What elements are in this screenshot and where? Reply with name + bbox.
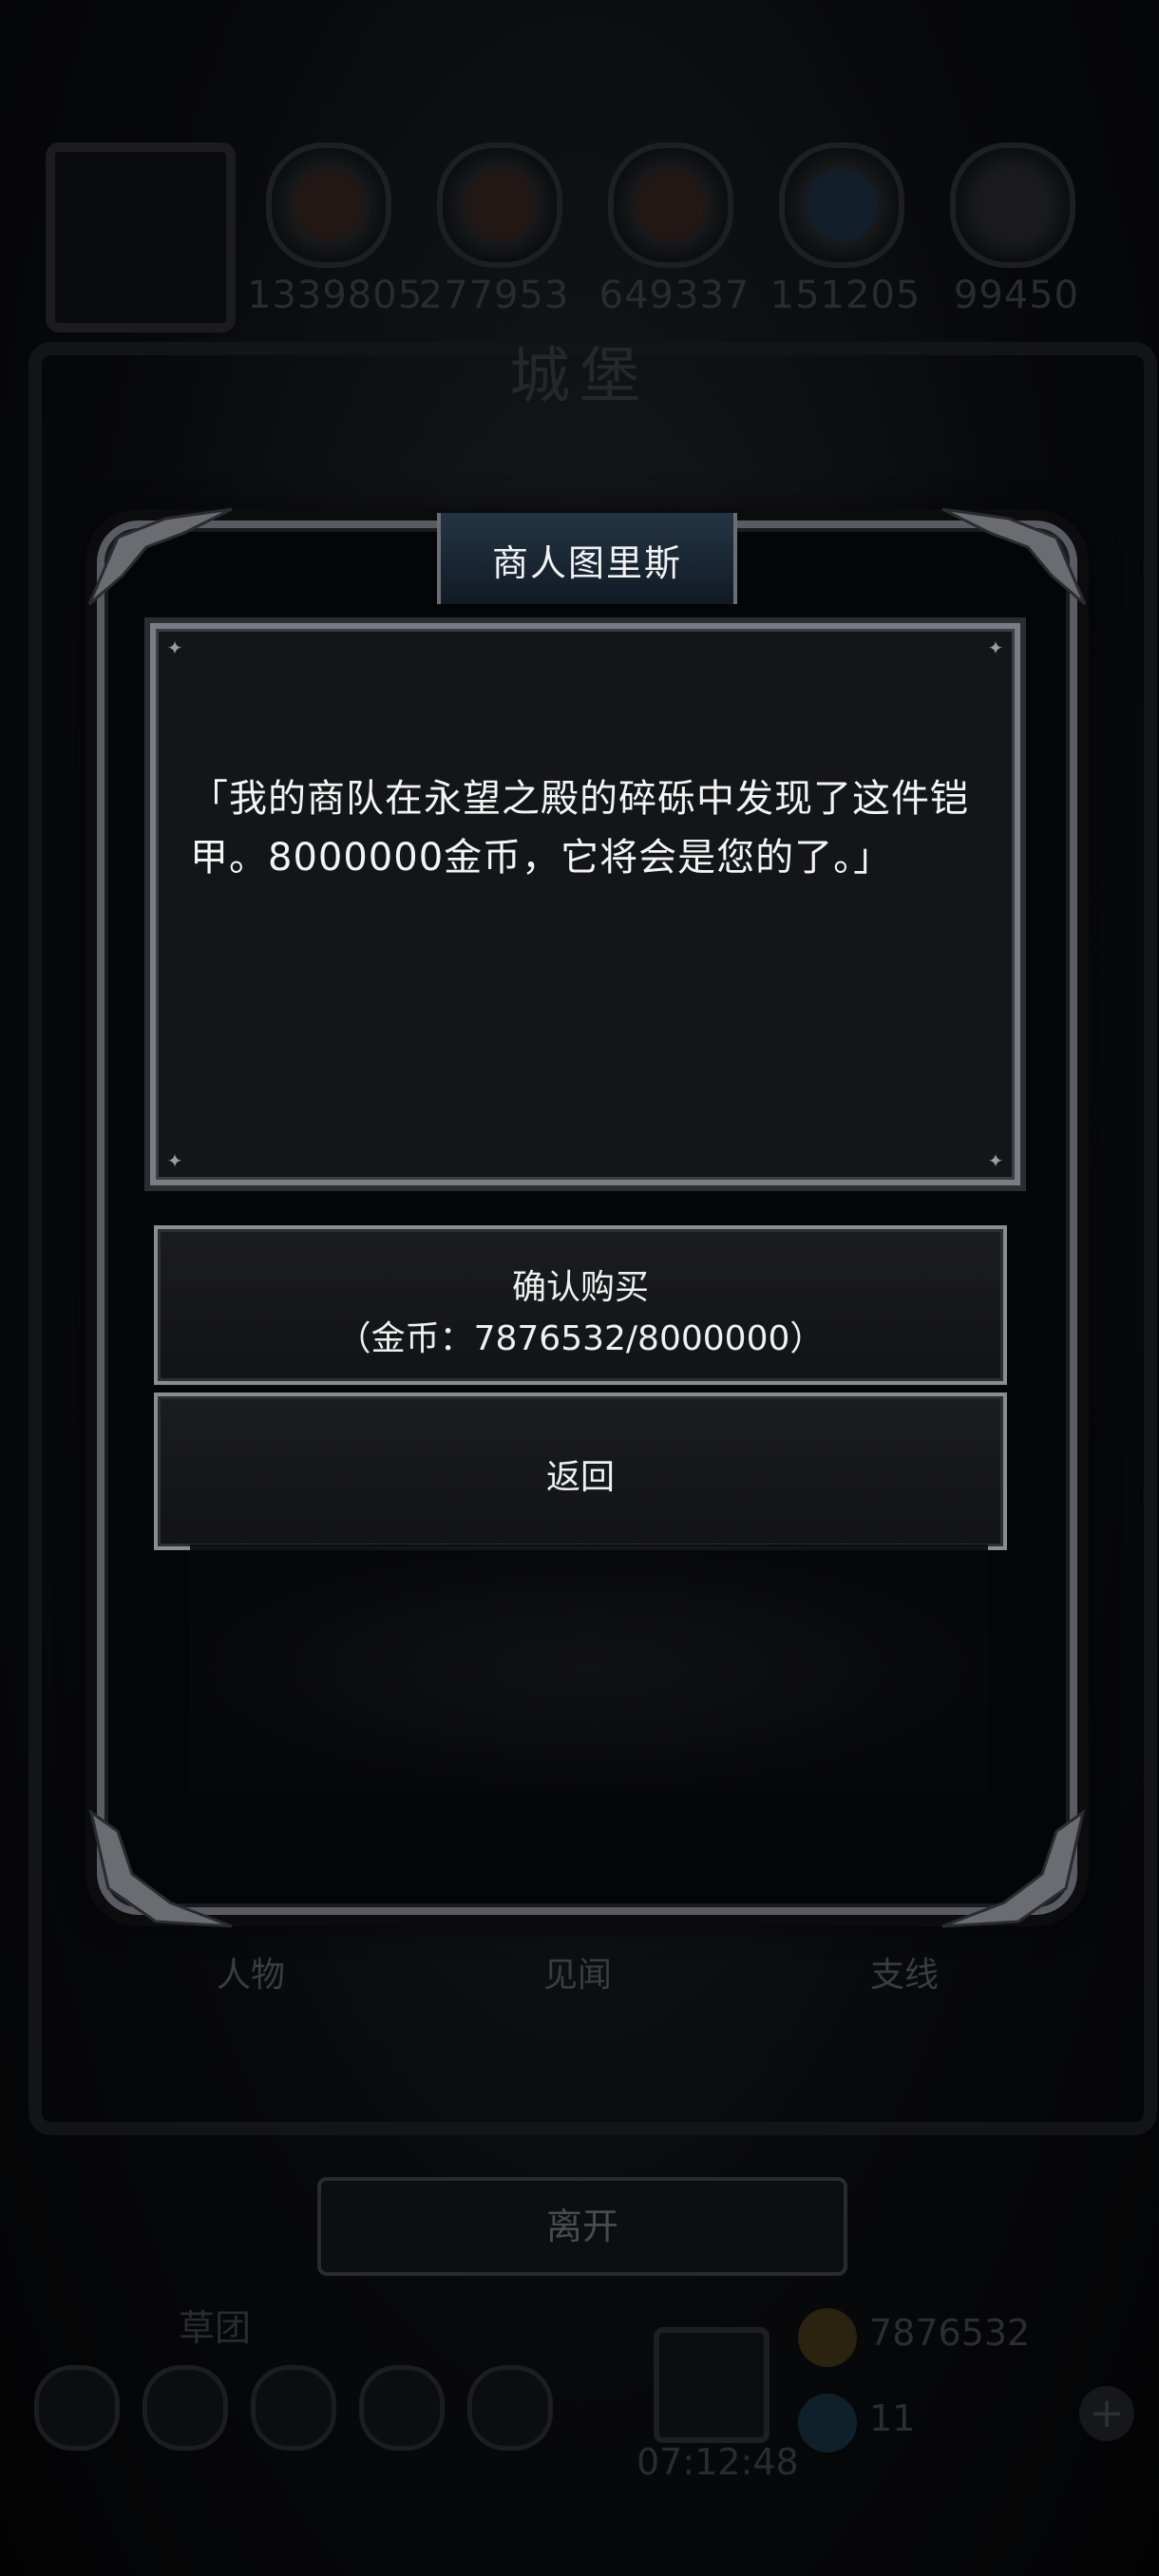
gold-coin-icon (798, 2308, 857, 2367)
gift-box-icon[interactable] (654, 2327, 770, 2443)
corner-star-icon: ✦ (166, 636, 183, 659)
resource-value: 99450 (953, 274, 1080, 317)
frame-ornament-icon (941, 507, 1087, 606)
resource-icon-3 (608, 142, 733, 268)
gold-amount: 7876532 (869, 2312, 1031, 2354)
frame-ornament-icon (87, 507, 233, 606)
add-currency-button[interactable]: + (1079, 2386, 1134, 2441)
resource-icon-2 (437, 142, 562, 268)
menu-icon-2[interactable] (142, 2365, 228, 2451)
menu-icon-3[interactable] (251, 2365, 336, 2451)
dialog-background-texture (190, 1544, 988, 1791)
resource-value: 649337 (598, 274, 750, 317)
castle-title: 城堡 (509, 342, 650, 412)
guild-label: 草团 (179, 2307, 252, 2349)
merchant-message: 「我的商队在永望之殿的碎砾中发现了这件铠甲。8000000金币，它将会是您的了。… (190, 777, 969, 880)
corner-star-icon: ✦ (987, 1149, 1004, 1172)
back-button[interactable]: 返回 (154, 1392, 1007, 1550)
gift-timer: 07:12:48 (636, 2441, 799, 2483)
tab-side-quests[interactable]: 支线 (870, 1947, 939, 1997)
castle-tabs: 人物 见闻 支线 (57, 1947, 1102, 2014)
menu-icon-1[interactable] (34, 2365, 120, 2451)
corner-star-icon: ✦ (987, 636, 1004, 659)
confirm-purchase-button[interactable]: 确认购买 （金币：7876532/8000000） (154, 1225, 1007, 1385)
resource-value: 1339805 (247, 274, 424, 317)
gem-icon (798, 2394, 857, 2453)
frame-ornament-icon (941, 1809, 1086, 1928)
menu-icon-4[interactable] (359, 2365, 445, 2451)
resource-bar: 1339805 277953 649337 151205 99450 (38, 142, 1130, 332)
merchant-dialog: 商人图里斯 ✦ ✦ ✦ ✦ 「我的商队在永望之殿的碎砾中发现了这件铠甲。8000… (87, 507, 1087, 1928)
menu-icon-5[interactable] (467, 2365, 553, 2451)
confirm-purchase-label: 确认购买 (511, 1268, 649, 1307)
resource-value: 151205 (770, 274, 922, 317)
bottom-bar: 草团 07:12:48 7876532 11 + (0, 2299, 1159, 2576)
tab-characters[interactable]: 人物 (217, 1947, 285, 1997)
back-label: 返回 (545, 1458, 615, 1497)
corner-star-icon: ✦ (166, 1149, 183, 1172)
frame-ornament-icon (88, 1809, 233, 1928)
tab-news[interactable]: 见闻 (543, 1947, 612, 1997)
resource-icon-5 (950, 142, 1075, 268)
resource-icon-4 (779, 142, 904, 268)
dialog-title: 商人图里斯 (491, 542, 682, 584)
speech-box: ✦ ✦ ✦ ✦ 「我的商队在永望之殿的碎砾中发现了这件铠甲。8000000金币，… (150, 623, 1020, 1185)
leave-button[interactable]: 离开 (317, 2177, 847, 2276)
gem-amount: 11 (869, 2397, 916, 2439)
gold-cost-label: （金币：7876532/8000000） (336, 1319, 825, 1358)
resource-icon-1 (266, 142, 391, 268)
resource-value: 277953 (418, 274, 570, 317)
dialog-header: 商人图里斯 (437, 513, 737, 604)
